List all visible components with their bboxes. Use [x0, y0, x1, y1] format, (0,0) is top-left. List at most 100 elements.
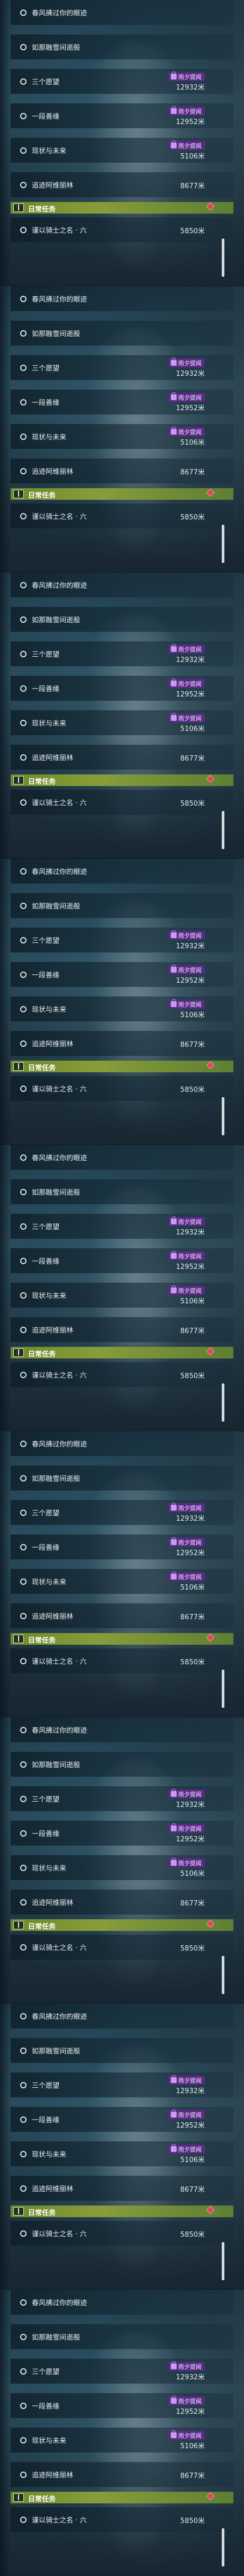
scrollbar-thumb[interactable]	[222, 1956, 224, 1994]
quest-row[interactable]: 一段善缘 雨夕提闻 12952米	[11, 2107, 233, 2132]
daily-quest-header[interactable]: 日常任务	[11, 774, 233, 786]
quest-distance: 8677米	[180, 1900, 205, 1908]
quest-row[interactable]: 现状与未来 雨夕提闻 5106米	[11, 2141, 233, 2166]
daily-quest-row[interactable]: 谨以骑士之名 · 六 5850米	[11, 504, 233, 528]
quest-row[interactable]: 如那融雪间逝般	[11, 2038, 233, 2063]
quest-row[interactable]: 追迹阿维丽林 8677米	[11, 1603, 233, 1628]
quest-row[interactable]: 三个愿望 雨夕提闻 12932米	[11, 2359, 233, 2384]
quest-row[interactable]: 一段善缘 雨夕提闻 12952米	[11, 390, 233, 414]
quest-row[interactable]: 一段善缘 雨夕提闻 12952米	[11, 1248, 233, 1273]
quest-row[interactable]: 追迹阿维丽林 8677米	[11, 458, 233, 483]
quest-row[interactable]: 现状与未来 雨夕提闻 5106米	[11, 138, 233, 163]
quest-row[interactable]: 春风拂过你的眼迹	[11, 1431, 233, 1456]
quest-row[interactable]: 春风拂过你的眼迹	[11, 1145, 233, 1170]
quest-row[interactable]: 三个愿望 雨夕提闻 12932米	[11, 355, 233, 380]
quest-row[interactable]: 如那融雪间逝般	[11, 893, 233, 918]
quest-row[interactable]: 春风拂过你的眼迹	[11, 286, 233, 311]
daily-quest-header[interactable]: 日常任务	[11, 1347, 233, 1358]
daily-quest-row[interactable]: 谨以骑士之名 · 六 5850米	[11, 217, 233, 242]
quest-row[interactable]: 春风拂过你的眼迹	[11, 0, 233, 25]
daily-quest-row[interactable]: 谨以骑士之名 · 六 5850米	[11, 1362, 233, 1387]
daily-quest-header[interactable]: 日常任务	[11, 1633, 233, 1645]
daily-quest-row[interactable]: 谨以骑士之名 · 六 5850米	[11, 1076, 233, 1101]
quest-name: 三个愿望	[32, 1223, 60, 1231]
quest-row[interactable]: 追迹阿维丽林 8677米	[11, 1031, 233, 1056]
quest-region-badge: 雨夕提闻	[169, 140, 205, 150]
quest-row[interactable]: 三个愿望 雨夕提闻 12932米	[11, 69, 233, 94]
quest-row[interactable]: 一段善缘 雨夕提闻 12952米	[11, 1821, 233, 1846]
scrollbar-thumb[interactable]	[222, 2242, 224, 2280]
daily-quest-row[interactable]: 谨以骑士之名 · 六 5850米	[11, 790, 233, 815]
scrollbar-thumb[interactable]	[222, 239, 224, 277]
quest-distance: 8677米	[180, 755, 205, 763]
quest-row[interactable]: 三个愿望 雨夕提闻 12932米	[11, 1786, 233, 1811]
daily-quest-header[interactable]: 日常任务	[11, 2206, 233, 2217]
scrollbar-thumb[interactable]	[222, 1383, 224, 1422]
quest-row[interactable]: 追迹阿维丽林 8677米	[11, 2176, 233, 2201]
daily-quest-header[interactable]: 日常任务	[11, 2492, 233, 2503]
quest-row[interactable]: 一段善缘 雨夕提闻 12952米	[11, 962, 233, 987]
quest-row[interactable]: 春风拂过你的眼迹	[11, 859, 233, 884]
scrollbar-thumb[interactable]	[222, 1670, 224, 1708]
quest-row[interactable]: 三个愿望 雨夕提闻 12932米	[11, 928, 233, 952]
quest-row[interactable]: 如那融雪间逝般	[11, 1466, 233, 1490]
quest-row[interactable]: 如那融雪间逝般	[11, 1752, 233, 1777]
quest-row[interactable]: 现状与未来 雨夕提闻 5106米	[11, 1283, 233, 1308]
quest-row[interactable]: 春风拂过你的眼迹	[11, 1717, 233, 1742]
quest-row[interactable]: 现状与未来 雨夕提闻 5106米	[11, 710, 233, 735]
daily-quest-header[interactable]: 日常任务	[11, 202, 233, 214]
quest-distance: 12932米	[176, 942, 205, 950]
quest-row[interactable]: 春风拂过你的眼迹	[11, 2290, 233, 2315]
quest-row[interactable]: 三个愿望 雨夕提闻 12932米	[11, 2072, 233, 2097]
daily-quest-row[interactable]: 谨以骑士之名 · 六 5850米	[11, 1935, 233, 1960]
quest-row[interactable]: 如那融雪间逝般	[11, 1179, 233, 1204]
quest-region-badge: 雨夕提闻	[169, 2430, 205, 2440]
quest-row[interactable]: 三个愿望 雨夕提闻 12932米	[11, 1500, 233, 1525]
daily-quest-row[interactable]: 谨以骑士之名 · 六 5850米	[11, 2507, 233, 2532]
quest-row[interactable]: 追迹阿维丽林 8677米	[11, 1317, 233, 1342]
circle-outline-icon	[20, 1613, 27, 1619]
scrollbar-thumb[interactable]	[222, 2528, 224, 2566]
circle-outline-icon	[20, 1475, 27, 1481]
daily-quest-row[interactable]: 谨以骑士之名 · 六 5850米	[11, 1648, 233, 1673]
quest-row[interactable]: 春风拂过你的眼迹	[11, 572, 233, 597]
quest-row[interactable]: 三个愿望 雨夕提闻 12932米	[11, 641, 233, 666]
quest-row[interactable]: 现状与未来 雨夕提闻 5106米	[11, 1855, 233, 1880]
book-icon	[13, 1348, 24, 1357]
quest-row[interactable]: 追迹阿维丽林 8677米	[11, 1890, 233, 1915]
quest-row[interactable]: 春风拂过你的眼迹	[11, 2004, 233, 2028]
lock-icon	[171, 1503, 177, 1511]
quest-name: 追迹阿维丽林	[32, 2185, 74, 2193]
quest-row[interactable]: 追迹阿维丽林 8677米	[11, 172, 233, 197]
quest-row[interactable]: 追迹阿维丽林 8677米	[11, 2462, 233, 2487]
quest-row[interactable]: 现状与未来 雨夕提闻 5106米	[11, 996, 233, 1021]
quest-region-badge: 雨夕提闻	[169, 2396, 205, 2405]
daily-quest-header[interactable]: 日常任务	[11, 1061, 233, 1072]
daily-quest-header[interactable]: 日常任务	[11, 1919, 233, 1931]
daily-quest-header[interactable]: 日常任务	[11, 488, 233, 500]
quest-row[interactable]: 现状与未来 雨夕提闻 5106米	[11, 1569, 233, 1594]
circle-outline-icon	[20, 685, 27, 692]
daily-quest-row[interactable]: 谨以骑士之名 · 六 5850米	[11, 2221, 233, 2246]
quest-row[interactable]: 一段善缘 雨夕提闻 12952米	[11, 676, 233, 701]
lock-icon	[171, 1285, 177, 1293]
quest-row[interactable]: 一段善缘 雨夕提闻 12952米	[11, 2393, 233, 2418]
quest-row[interactable]: 如那融雪间逝般	[11, 321, 233, 346]
quest-name: 春风拂过你的眼迹	[32, 582, 88, 590]
quest-row[interactable]: 三个愿望 雨夕提闻 12932米	[11, 1214, 233, 1239]
quest-row[interactable]: 一段善缘 雨夕提闻 12952米	[11, 1534, 233, 1559]
quest-row[interactable]: 追迹阿维丽林 8677米	[11, 745, 233, 770]
quest-name: 追迹阿维丽林	[32, 2472, 74, 2480]
scrollbar-thumb[interactable]	[222, 811, 224, 849]
scrollbar-thumb[interactable]	[222, 1097, 224, 1135]
quest-row[interactable]: 如那融雪间逝般	[11, 34, 233, 59]
quest-row[interactable]: 现状与未来 雨夕提闻 5106米	[11, 424, 233, 449]
scrollbar-thumb[interactable]	[222, 525, 224, 563]
quest-region-badge: 雨夕提闻	[169, 1572, 205, 1581]
quest-row[interactable]: 如那融雪间逝般	[11, 607, 233, 632]
quest-row[interactable]: 一段善缘 雨夕提闻 12952米	[11, 103, 233, 128]
circle-outline-icon	[20, 434, 27, 440]
quest-row[interactable]: 现状与未来 雨夕提闻 5106米	[11, 2428, 233, 2453]
quest-row[interactable]: 如那融雪间逝般	[11, 2324, 233, 2349]
quest-name: 谨以骑士之名 · 六	[32, 1944, 87, 1952]
